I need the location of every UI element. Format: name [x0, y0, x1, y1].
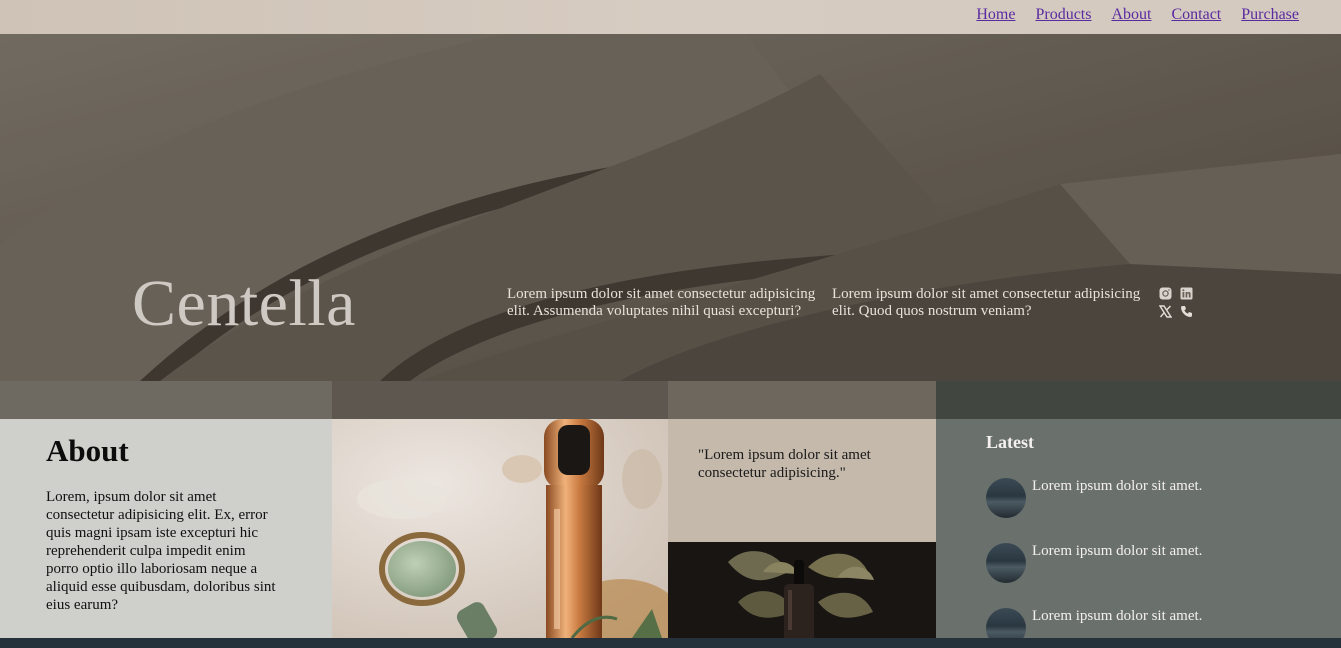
- hero-section: Centella Lorem ipsum dolor sit amet cons…: [0, 34, 1341, 381]
- nav-about-link[interactable]: About: [1111, 6, 1151, 24]
- x-icon[interactable]: [1158, 304, 1172, 318]
- nav-home-link[interactable]: Home: [976, 6, 1015, 24]
- latest-item-text: Lorem ipsum dolor sit amet.: [1032, 543, 1203, 559]
- main-nav: Home Products About Contact Purchase: [976, 6, 1299, 24]
- latest-section: Latest Lorem ipsum dolor sit amet. Lorem…: [936, 419, 1341, 638]
- nav-purchase-link[interactable]: Purchase: [1241, 6, 1299, 24]
- about-section: About Lorem, ipsum dolor sit amet consec…: [0, 419, 332, 638]
- nav-contact-link[interactable]: Contact: [1171, 6, 1221, 24]
- about-text: Lorem, ipsum dolor sit amet consectetur …: [46, 489, 276, 613]
- social-links: [1158, 286, 1194, 318]
- latest-item-text: Lorem ipsum dolor sit amet.: [1032, 478, 1203, 494]
- latest-item[interactable]: Lorem ipsum dolor sit amet.: [986, 608, 1316, 638]
- latest-item-text: Lorem ipsum dolor sit amet.: [1032, 608, 1203, 624]
- page-bottom-edge: [0, 638, 1341, 648]
- phone-icon[interactable]: [1179, 304, 1193, 318]
- hero-text-2: Lorem ipsum dolor sit amet consectetur a…: [832, 286, 1141, 319]
- quote-card: "Lorem ipsum dolor sit amet consectetur …: [668, 419, 936, 542]
- brand-title: Centella: [132, 267, 356, 340]
- top-navbar: Home Products About Contact Purchase: [0, 0, 1341, 34]
- latest-item[interactable]: Lorem ipsum dolor sit amet.: [986, 478, 1316, 520]
- latest-item-thumbnail: [986, 608, 1026, 638]
- instagram-icon[interactable]: [1158, 286, 1172, 300]
- hero-text-1: Lorem ipsum dolor sit amet consectetur a…: [507, 286, 816, 319]
- product-photo-dropper: [668, 542, 936, 638]
- about-heading: About: [46, 433, 129, 468]
- quote-text: "Lorem ipsum dolor sit amet consectetur …: [698, 447, 871, 481]
- latest-item-thumbnail: [986, 543, 1026, 583]
- latest-item[interactable]: Lorem ipsum dolor sit amet.: [986, 543, 1316, 585]
- product-photo-serum: [332, 419, 668, 638]
- linkedin-icon[interactable]: [1179, 286, 1193, 300]
- section-divider-strip: [0, 381, 1341, 419]
- nav-products-link[interactable]: Products: [1035, 6, 1091, 24]
- latest-heading: Latest: [986, 432, 1034, 452]
- latest-item-thumbnail: [986, 478, 1026, 518]
